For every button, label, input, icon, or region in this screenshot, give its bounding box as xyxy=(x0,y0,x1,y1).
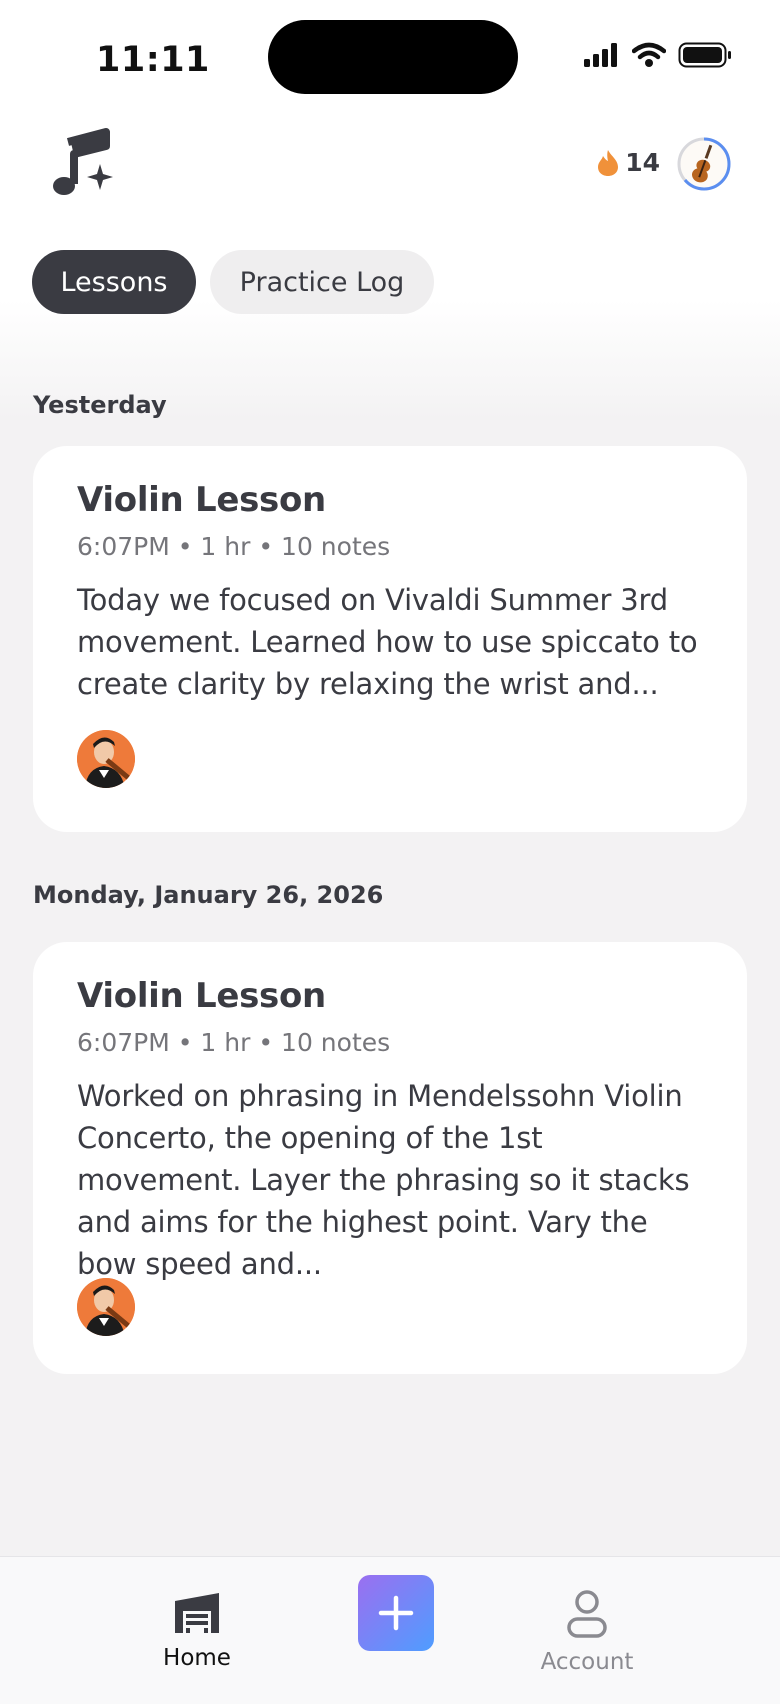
signal-icon xyxy=(584,43,617,67)
lesson-card[interactable]: Violin Lesson 6:07PM • 1 hr • 10 notes W… xyxy=(33,942,747,1374)
nav-home-label: Home xyxy=(163,1645,231,1671)
system-icons xyxy=(584,42,732,68)
streak-counter[interactable]: 14 xyxy=(597,148,660,177)
profile-button[interactable] xyxy=(676,136,732,192)
nav-account[interactable]: Account xyxy=(527,1589,647,1675)
status-bar: 11:11 xyxy=(0,0,780,110)
bottom-nav: Home Account xyxy=(0,1556,780,1704)
tab-practice-log[interactable]: Practice Log xyxy=(210,250,434,314)
violin-icon xyxy=(677,137,731,191)
tab-lessons[interactable]: Lessons xyxy=(32,250,196,314)
dynamic-island xyxy=(268,20,518,94)
wifi-icon xyxy=(632,42,666,67)
lesson-summary: Today we focused on Vivaldi Summer 3rd m… xyxy=(77,583,698,701)
lesson-summary: Worked on phrasing in Mendelssohn Violin… xyxy=(77,1079,690,1281)
teacher-avatar xyxy=(77,730,135,788)
section-date-label: Yesterday xyxy=(33,391,167,419)
app-header: 14 xyxy=(0,110,780,230)
home-icon xyxy=(175,1593,219,1633)
add-lesson-button[interactable] xyxy=(358,1575,434,1651)
teacher-avatar xyxy=(77,1278,135,1336)
lesson-card[interactable]: Violin Lesson 6:07PM • 1 hr • 10 notes T… xyxy=(33,446,747,832)
section-date-label: Monday, January 26, 2026 xyxy=(33,881,384,909)
plus-icon xyxy=(378,1595,414,1631)
lesson-meta: 6:07PM • 1 hr • 10 notes xyxy=(77,1028,391,1057)
flame-icon xyxy=(598,149,619,176)
streak-count: 14 xyxy=(625,148,660,177)
lesson-meta: 6:07PM • 1 hr • 10 notes xyxy=(77,532,391,561)
lesson-title: Violin Lesson xyxy=(77,480,326,520)
nav-account-label: Account xyxy=(540,1649,634,1675)
status-time: 11:11 xyxy=(96,40,210,80)
lesson-title: Violin Lesson xyxy=(77,976,326,1016)
tab-bar: Lessons Practice Log xyxy=(32,250,434,314)
battery-icon xyxy=(678,42,731,68)
person-icon xyxy=(567,1590,607,1638)
nav-home[interactable]: Home xyxy=(137,1589,257,1671)
music-note-sparkle-icon xyxy=(53,128,113,195)
